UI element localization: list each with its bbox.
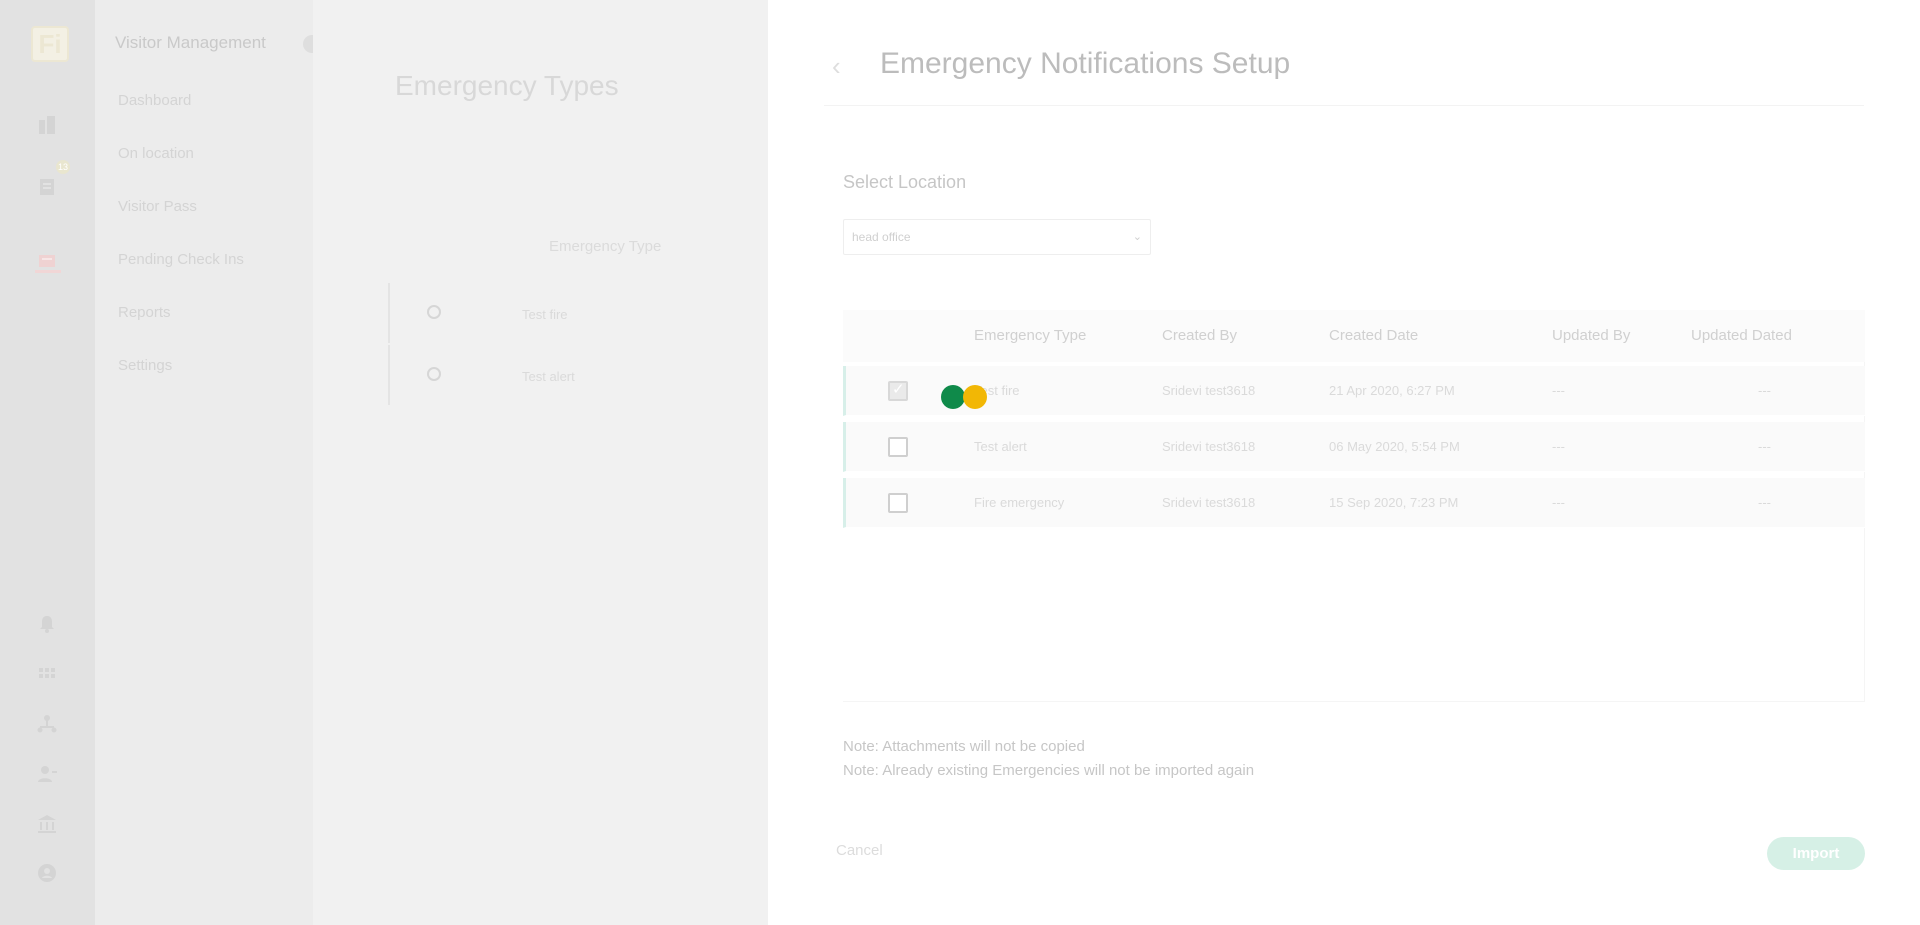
nav-item-dashboard[interactable]: Dashboard [118, 92, 191, 109]
radio-button[interactable] [427, 367, 441, 381]
note-attachments: Note: Attachments will not be copied [843, 738, 1085, 755]
cell-created-by: Sridevi test3618 [1162, 383, 1256, 398]
row-checkbox[interactable] [888, 380, 908, 401]
column-header-emergency-type: Emergency Type [549, 238, 662, 255]
cell-created-by: Sridevi test3618 [1162, 495, 1256, 510]
visitor-management-icon[interactable] [36, 250, 58, 272]
import-button[interactable]: Import [1767, 837, 1865, 870]
row-checkbox[interactable] [888, 493, 908, 513]
table-row[interactable]: Test alert Sridevi test3618 06 May 2020,… [843, 422, 1865, 472]
cell-updated-by: --- [1552, 495, 1565, 510]
cell-updated-dated: --- [1758, 495, 1771, 510]
icon-rail: Fi 13 [0, 0, 95, 925]
column-header: Created By [1162, 327, 1238, 344]
cell-created-date: 15 Sep 2020, 7:23 PM [1329, 495, 1459, 510]
cell-created-date: 21 Apr 2020, 6:27 PM [1329, 383, 1455, 398]
row-checkbox[interactable] [888, 437, 908, 457]
active-indicator [35, 270, 61, 273]
visitor-management-nav: Visitor Management Dashboard On location… [95, 0, 321, 925]
column-header: Updated Dated [1691, 327, 1792, 344]
document-icon[interactable] [36, 176, 58, 198]
notes: Note: Attachments will not be copied Not… [843, 735, 1254, 783]
loader-dot-green [941, 385, 965, 409]
nav-item-on-location[interactable]: On location [118, 145, 194, 162]
building-icon[interactable] [36, 114, 58, 136]
app-logo[interactable]: Fi [31, 26, 69, 62]
nav-title: Visitor Management [115, 33, 266, 52]
table-header: Emergency Type Created By Created Date U… [843, 310, 1865, 362]
emergency-table: Emergency Type Created By Created Date U… [843, 310, 1865, 702]
table-row[interactable]: Fire emergency Sridevi test3618 15 Sep 2… [843, 478, 1865, 528]
bank-icon[interactable] [36, 813, 58, 835]
network-icon[interactable] [36, 713, 58, 735]
cell-created-date: 06 May 2020, 5:54 PM [1329, 439, 1460, 454]
emergency-types-page: Emergency Types Emergency Type Test fire… [313, 0, 768, 925]
modal-title: Emergency Notifications Setup [880, 47, 1291, 80]
page-title: Emergency Types [395, 70, 619, 101]
list-item-label: Test alert [522, 369, 575, 384]
chevron-down-icon: ⌄ [1132, 231, 1142, 243]
cell-emergency-type: Test alert [974, 439, 1027, 454]
nav-item-visitor-pass[interactable]: Visitor Pass [118, 198, 197, 215]
cell-created-by: Sridevi test3618 [1162, 439, 1256, 454]
list-item[interactable]: Test fire [388, 283, 768, 343]
column-header: Emergency Type [974, 327, 1087, 344]
back-arrow-icon[interactable]: ‹ [832, 53, 852, 79]
column-header: Updated By [1552, 327, 1631, 344]
loader-dot-yellow [963, 385, 987, 409]
emergency-notifications-setup-panel: ‹ Emergency Notifications Setup Select L… [768, 0, 1920, 925]
select-location-label: Select Location [843, 172, 967, 192]
location-select[interactable]: head office ⌄ [843, 219, 1151, 255]
cell-updated-by: --- [1552, 439, 1565, 454]
account-icon[interactable] [36, 862, 58, 884]
nav-item-settings[interactable]: Settings [118, 357, 172, 374]
list-item[interactable]: Test alert [388, 345, 768, 405]
cancel-button[interactable]: Cancel [836, 842, 883, 859]
nav-item-pending-check-ins[interactable]: Pending Check Ins [118, 251, 244, 268]
grid-icon[interactable] [36, 664, 58, 686]
bell-icon[interactable] [36, 613, 58, 635]
list-item-label: Test fire [522, 307, 568, 322]
table-row[interactable]: Test fire Sridevi test3618 21 Apr 2020, … [843, 366, 1865, 416]
radio-button[interactable] [427, 305, 441, 319]
loading-indicator [941, 385, 991, 409]
location-select-value: head office [852, 230, 911, 244]
cell-updated-by: --- [1552, 383, 1565, 398]
column-header: Created Date [1329, 327, 1419, 344]
user-management-icon[interactable] [36, 763, 58, 785]
cell-updated-dated: --- [1758, 383, 1771, 398]
cell-emergency-type: Fire emergency [974, 495, 1065, 510]
notification-badge: 13 [56, 160, 70, 174]
cell-updated-dated: --- [1758, 439, 1771, 454]
note-existing-emergencies: Note: Already existing Emergencies will … [843, 762, 1255, 779]
nav-item-reports[interactable]: Reports [118, 304, 171, 321]
header-divider [824, 105, 1864, 106]
